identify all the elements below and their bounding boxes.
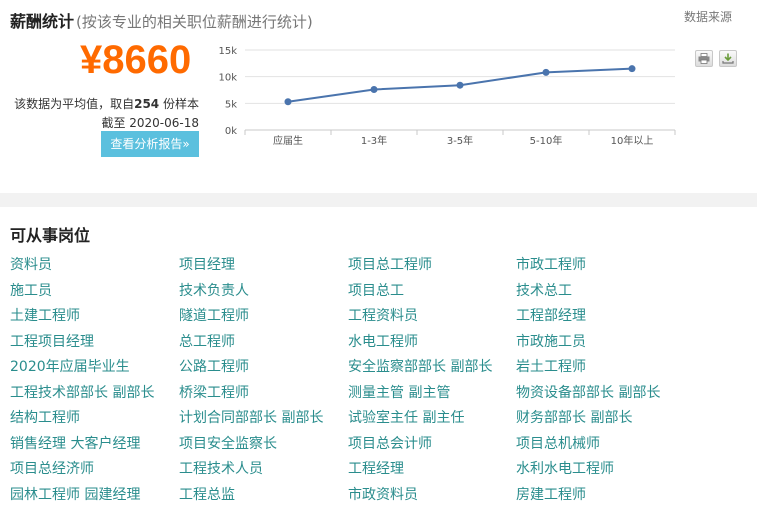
data-point: [284, 98, 292, 106]
job-link[interactable]: 市政施工员: [516, 331, 586, 351]
sample-desc-prefix: 该数据为平均值，取自: [14, 97, 135, 111]
job-link[interactable]: 房建工程师: [516, 484, 586, 504]
salary-subtitle: (按该专业的相关职位薪酬进行统计): [76, 13, 313, 31]
job-link[interactable]: 项目总机械师: [516, 433, 600, 453]
job-positions-title: 可从事岗位: [10, 226, 91, 245]
x-tick-label: 应届生: [273, 134, 303, 147]
job-link[interactable]: 财务部部长 副部长: [516, 407, 632, 427]
job-link[interactable]: 试验室主任 副主任: [348, 407, 464, 427]
view-report-button[interactable]: 查看分析报告»: [101, 131, 199, 157]
data-point: [542, 68, 550, 76]
job-link[interactable]: 公路工程师: [179, 356, 249, 376]
job-link[interactable]: 工程部经理: [516, 305, 586, 325]
sample-description: 该数据为平均值，取自254 份样本: [14, 95, 199, 112]
print-icon[interactable]: [695, 50, 713, 67]
y-tick-label: 10k: [218, 73, 237, 84]
job-link[interactable]: 工程总监: [179, 484, 235, 504]
download-icon[interactable]: [719, 50, 737, 67]
job-link[interactable]: 计划合同部部长 副部长: [179, 407, 323, 427]
print-icon-glyph: [698, 53, 710, 64]
download-icon-glyph: [722, 53, 734, 64]
job-link[interactable]: 测量主管 副主管: [348, 382, 450, 402]
job-link[interactable]: 总工程师: [179, 331, 235, 351]
data-point: [628, 65, 636, 73]
x-tick-label: 3-5年: [447, 134, 473, 147]
job-link[interactable]: 项目总经济师: [10, 458, 94, 478]
sample-count: 254: [134, 97, 160, 111]
job-positions-section: 可从事岗位 资料员 项目经理 项目总工程师 市政工程师施工员 技术负责人 项目总工 技术总工…: [0, 207, 757, 512]
y-tick-label: 15k: [218, 46, 237, 57]
job-link[interactable]: 工程技术人员: [179, 458, 263, 478]
job-link[interactable]: 工程项目经理: [10, 331, 94, 351]
job-link[interactable]: 水电工程师: [348, 331, 418, 351]
job-link[interactable]: 桥梁工程师: [179, 382, 249, 402]
sample-desc-suffix: 份样本: [159, 97, 199, 111]
salary-card: 薪酬统计 (按该专业的相关职位薪酬进行统计) 数据来源 ¥8660 该数据为平均值…: [0, 0, 757, 193]
job-link[interactable]: 施工员: [10, 280, 52, 300]
data-source-link[interactable]: 数据来源: [684, 8, 732, 25]
salary-line-chart: 0k 5k 10k 15k 应届生 1-3年 3-5年 5-10年 10年以上: [218, 46, 676, 147]
job-link[interactable]: 技术总工: [516, 280, 572, 300]
data-point: [456, 81, 464, 89]
job-link[interactable]: 土建工程师: [10, 305, 80, 325]
job-link[interactable]: 项目安全监察长: [179, 433, 277, 453]
y-tick-label: 5k: [225, 99, 237, 110]
data-point: [370, 85, 378, 93]
job-link[interactable]: 安全监察部部长 副部长: [348, 356, 492, 376]
x-tick-label: 10年以上: [611, 134, 654, 147]
job-link[interactable]: 物资设备部部长 副部长: [516, 382, 660, 402]
job-link[interactable]: 项目总会计师: [348, 433, 432, 453]
job-link[interactable]: 工程经理: [348, 458, 404, 478]
job-link[interactable]: 园林工程师 园建经理: [10, 484, 140, 504]
job-link[interactable]: 隧道工程师: [179, 305, 249, 325]
salary-title: 薪酬统计 (按该专业的相关职位薪酬进行统计): [10, 8, 313, 32]
average-salary: ¥8660: [80, 38, 192, 82]
salary-title-main: 薪酬统计: [10, 12, 75, 31]
job-link[interactable]: 市政资料员: [348, 484, 418, 504]
job-link[interactable]: 水利水电工程师: [516, 458, 614, 478]
job-link[interactable]: 市政工程师: [516, 254, 586, 274]
x-tick-label: 1-3年: [361, 134, 387, 147]
x-tick-label: 5-10年: [530, 134, 563, 147]
job-link[interactable]: 工程资料员: [348, 305, 418, 325]
job-link[interactable]: 工程技术部部长 副部长: [10, 382, 154, 402]
data-date: 截至 2020-06-18: [101, 116, 199, 130]
job-link[interactable]: 资料员: [10, 254, 52, 274]
job-link[interactable]: 技术负责人: [179, 280, 249, 300]
job-link[interactable]: 岩土工程师: [516, 356, 586, 376]
job-link[interactable]: 项目总工: [348, 280, 404, 300]
job-link[interactable]: 销售经理 大客户经理: [10, 433, 140, 453]
job-link[interactable]: 2020年应届毕业生: [10, 356, 130, 376]
job-link[interactable]: 项目经理: [179, 254, 235, 274]
job-link[interactable]: 结构工程师: [10, 407, 80, 427]
job-link[interactable]: 项目总工程师: [348, 254, 432, 274]
y-tick-label: 0k: [225, 126, 237, 137]
